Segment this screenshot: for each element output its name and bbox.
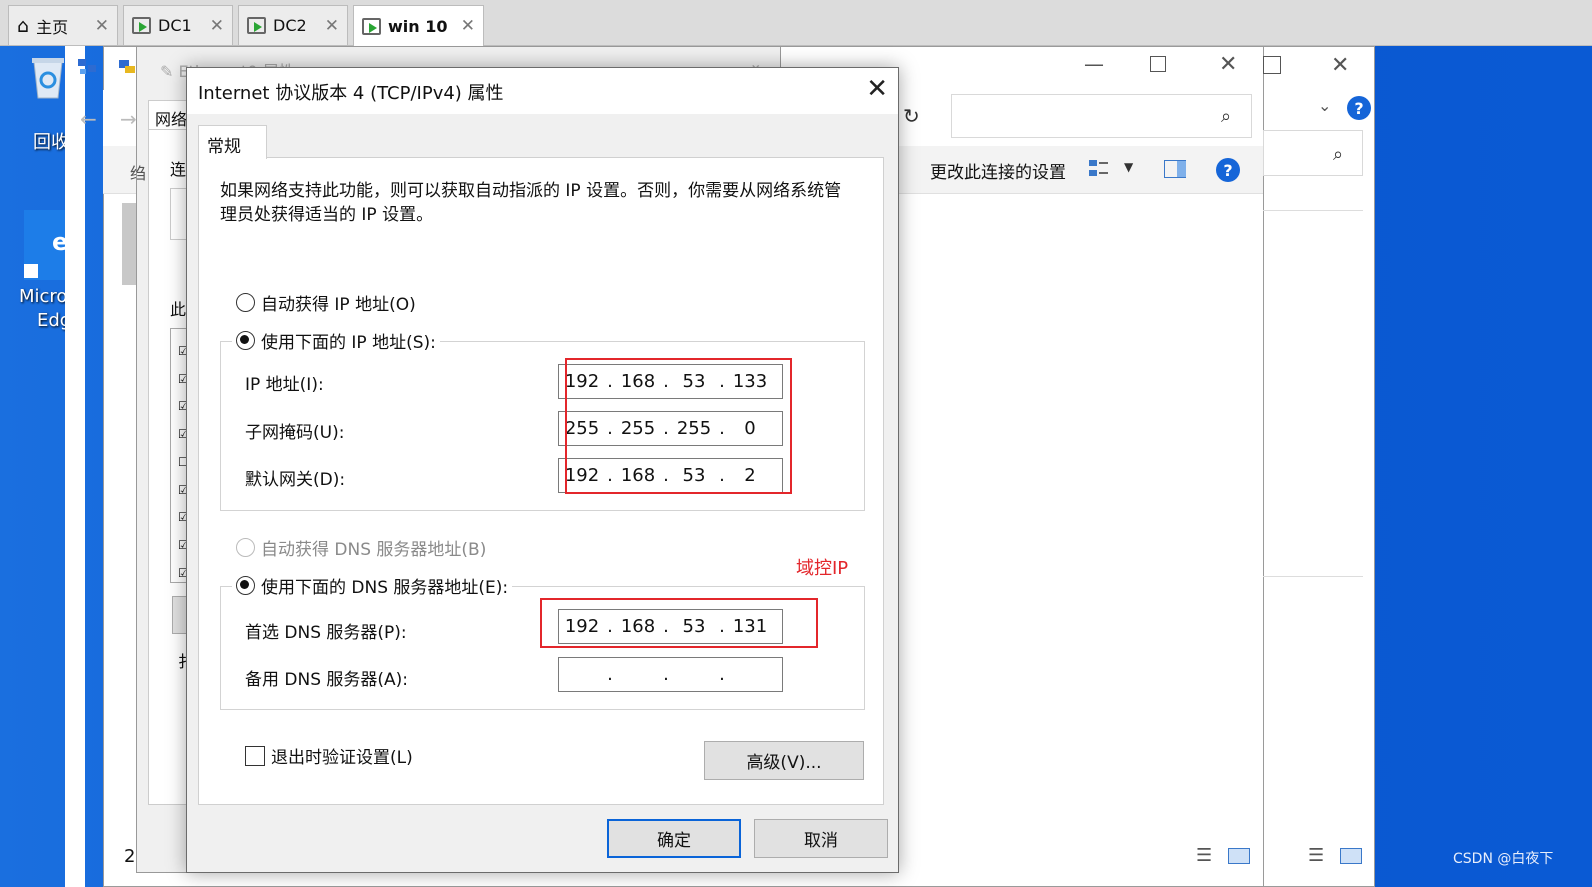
divider [1263, 576, 1363, 577]
auto-ip-option[interactable]: 自动获得 IP 地址(O) [236, 290, 416, 315]
help-icon[interactable]: ? [1216, 158, 1240, 182]
tab-general[interactable]: 常规 [198, 125, 267, 159]
network-icon [76, 55, 98, 77]
advanced-button[interactable]: 高级(V)... [704, 741, 864, 780]
change-settings-link[interactable]: 更改此连接的设置 [896, 158, 1066, 183]
vm-icon [247, 17, 266, 34]
preview-pane-icon[interactable] [1164, 160, 1186, 178]
forward-arrow-icon[interactable]: → [120, 107, 137, 131]
watermark: CSDN @白夜下 [1453, 851, 1554, 867]
vm-icon [132, 17, 151, 34]
description-text: 如果网络支持此功能，则可以获取自动指派的 IP 设置。否则，你需要从网络系统管理… [220, 181, 842, 225]
search-icon: ⌕ [1221, 106, 1232, 127]
chevron-down-icon[interactable]: ⌄ [1318, 96, 1331, 115]
details-view-icon[interactable]: ☰ [1196, 845, 1212, 866]
minimize-icon[interactable]: — [1084, 52, 1104, 76]
auto-dns-option: 自动获得 DNS 服务器地址(B) [236, 535, 486, 560]
refresh-icon[interactable]: ↻ [903, 104, 920, 128]
item-count: 2 [124, 846, 136, 867]
chevron-down-icon[interactable]: ▼ [1124, 160, 1133, 174]
connect-using-label: 连 [170, 160, 187, 179]
divider [1263, 210, 1363, 211]
back-arrow-icon[interactable]: ← [80, 107, 97, 131]
adapter-image [122, 203, 136, 285]
use-ip-option[interactable]: 使用下面的 IP 地址(S): [232, 328, 440, 353]
edge-icon[interactable]: e [24, 210, 68, 280]
preferred-dns-label: 首选 DNS 服务器(P): [245, 623, 407, 643]
validate-settings-option[interactable]: 退出时验证设置(L) [245, 743, 413, 768]
cancel-button[interactable]: 取消 [754, 819, 888, 858]
bg-window-edge [65, 46, 85, 887]
tab-label: 主页 [36, 17, 69, 37]
tab-dc1[interactable]: DC1 ✕ [123, 5, 233, 45]
tab-label: DC1 [158, 16, 192, 35]
close-icon[interactable]: ✕ [1219, 52, 1237, 77]
view-options-icon[interactable] [1088, 158, 1108, 180]
use-dns-radio[interactable] [236, 576, 255, 595]
dns-highlight-box [540, 598, 818, 648]
ipv4-properties-dialog: Internet 协议版本 4 (TCP/IPv4) 属性 ✕ 常规 如果网络支… [186, 67, 899, 873]
tab-win10[interactable]: win 10 ✕ [353, 5, 484, 46]
maximize-icon[interactable] [1150, 56, 1166, 72]
auto-dns-radio [236, 538, 255, 557]
dialog-title: Internet 协议版本 4 (TCP/IPv4) 属性 [187, 68, 898, 114]
use-dns-option[interactable]: 使用下面的 DNS 服务器地址(E): [232, 573, 513, 598]
help-icon[interactable]: ? [1347, 96, 1371, 120]
tab-label: DC2 [273, 16, 307, 35]
close-icon[interactable]: ✕ [210, 16, 224, 36]
this-connection-label: 此 [170, 300, 187, 319]
subnet-mask-label: 子网掩码(U): [245, 423, 345, 443]
close-icon[interactable]: ✕ [1331, 53, 1349, 78]
search-input[interactable] [951, 94, 1252, 138]
gateway-label: 默认网关(D): [245, 470, 346, 490]
ok-button[interactable]: 确定 [607, 819, 741, 858]
tab-home[interactable]: ⌂ 主页 ✕ [8, 5, 118, 45]
tab-dc2[interactable]: DC2 ✕ [238, 5, 348, 45]
close-icon[interactable]: ✕ [461, 16, 475, 36]
ip-address-label: IP 地址(I): [245, 375, 324, 395]
close-icon[interactable]: ✕ [866, 76, 888, 102]
details-view-icon[interactable]: ☰ [1308, 845, 1324, 866]
use-ip-radio[interactable] [236, 331, 255, 350]
maximize-icon[interactable] [1263, 56, 1281, 74]
search-icon: ⌕ [1333, 144, 1344, 165]
home-icon: ⌂ [17, 14, 30, 37]
large-icons-view-icon[interactable] [1340, 848, 1362, 864]
search-input[interactable] [1263, 130, 1363, 176]
dc-ip-annotation: 域控IP [796, 558, 849, 579]
close-icon[interactable]: ✕ [95, 16, 109, 36]
adapter-icon [118, 57, 136, 75]
edge-label-1: Micro [19, 286, 68, 307]
tab-network[interactable]: 网络 [148, 100, 188, 130]
ip-highlight-box [565, 358, 792, 494]
auto-ip-radio[interactable] [236, 293, 255, 312]
adapter-icon: ✎ [160, 62, 179, 81]
alternate-dns-label: 备用 DNS 服务器(A): [245, 670, 409, 690]
recycle-bin-icon[interactable] [28, 54, 68, 100]
tab-label: win 10 [388, 16, 448, 36]
large-icons-view-icon[interactable] [1228, 848, 1250, 864]
validate-checkbox[interactable] [245, 745, 265, 766]
side-label: 绉 [130, 164, 147, 183]
vm-icon [362, 17, 381, 35]
close-icon[interactable]: ✕ [325, 16, 339, 36]
recycle-bin-label: 回收 [33, 132, 69, 153]
alternate-dns-input[interactable]: . . . [558, 657, 783, 692]
vm-tab-bar: ⌂ 主页 ✕ DC1 ✕ DC2 ✕ win 10 ✕ [0, 0, 1592, 46]
